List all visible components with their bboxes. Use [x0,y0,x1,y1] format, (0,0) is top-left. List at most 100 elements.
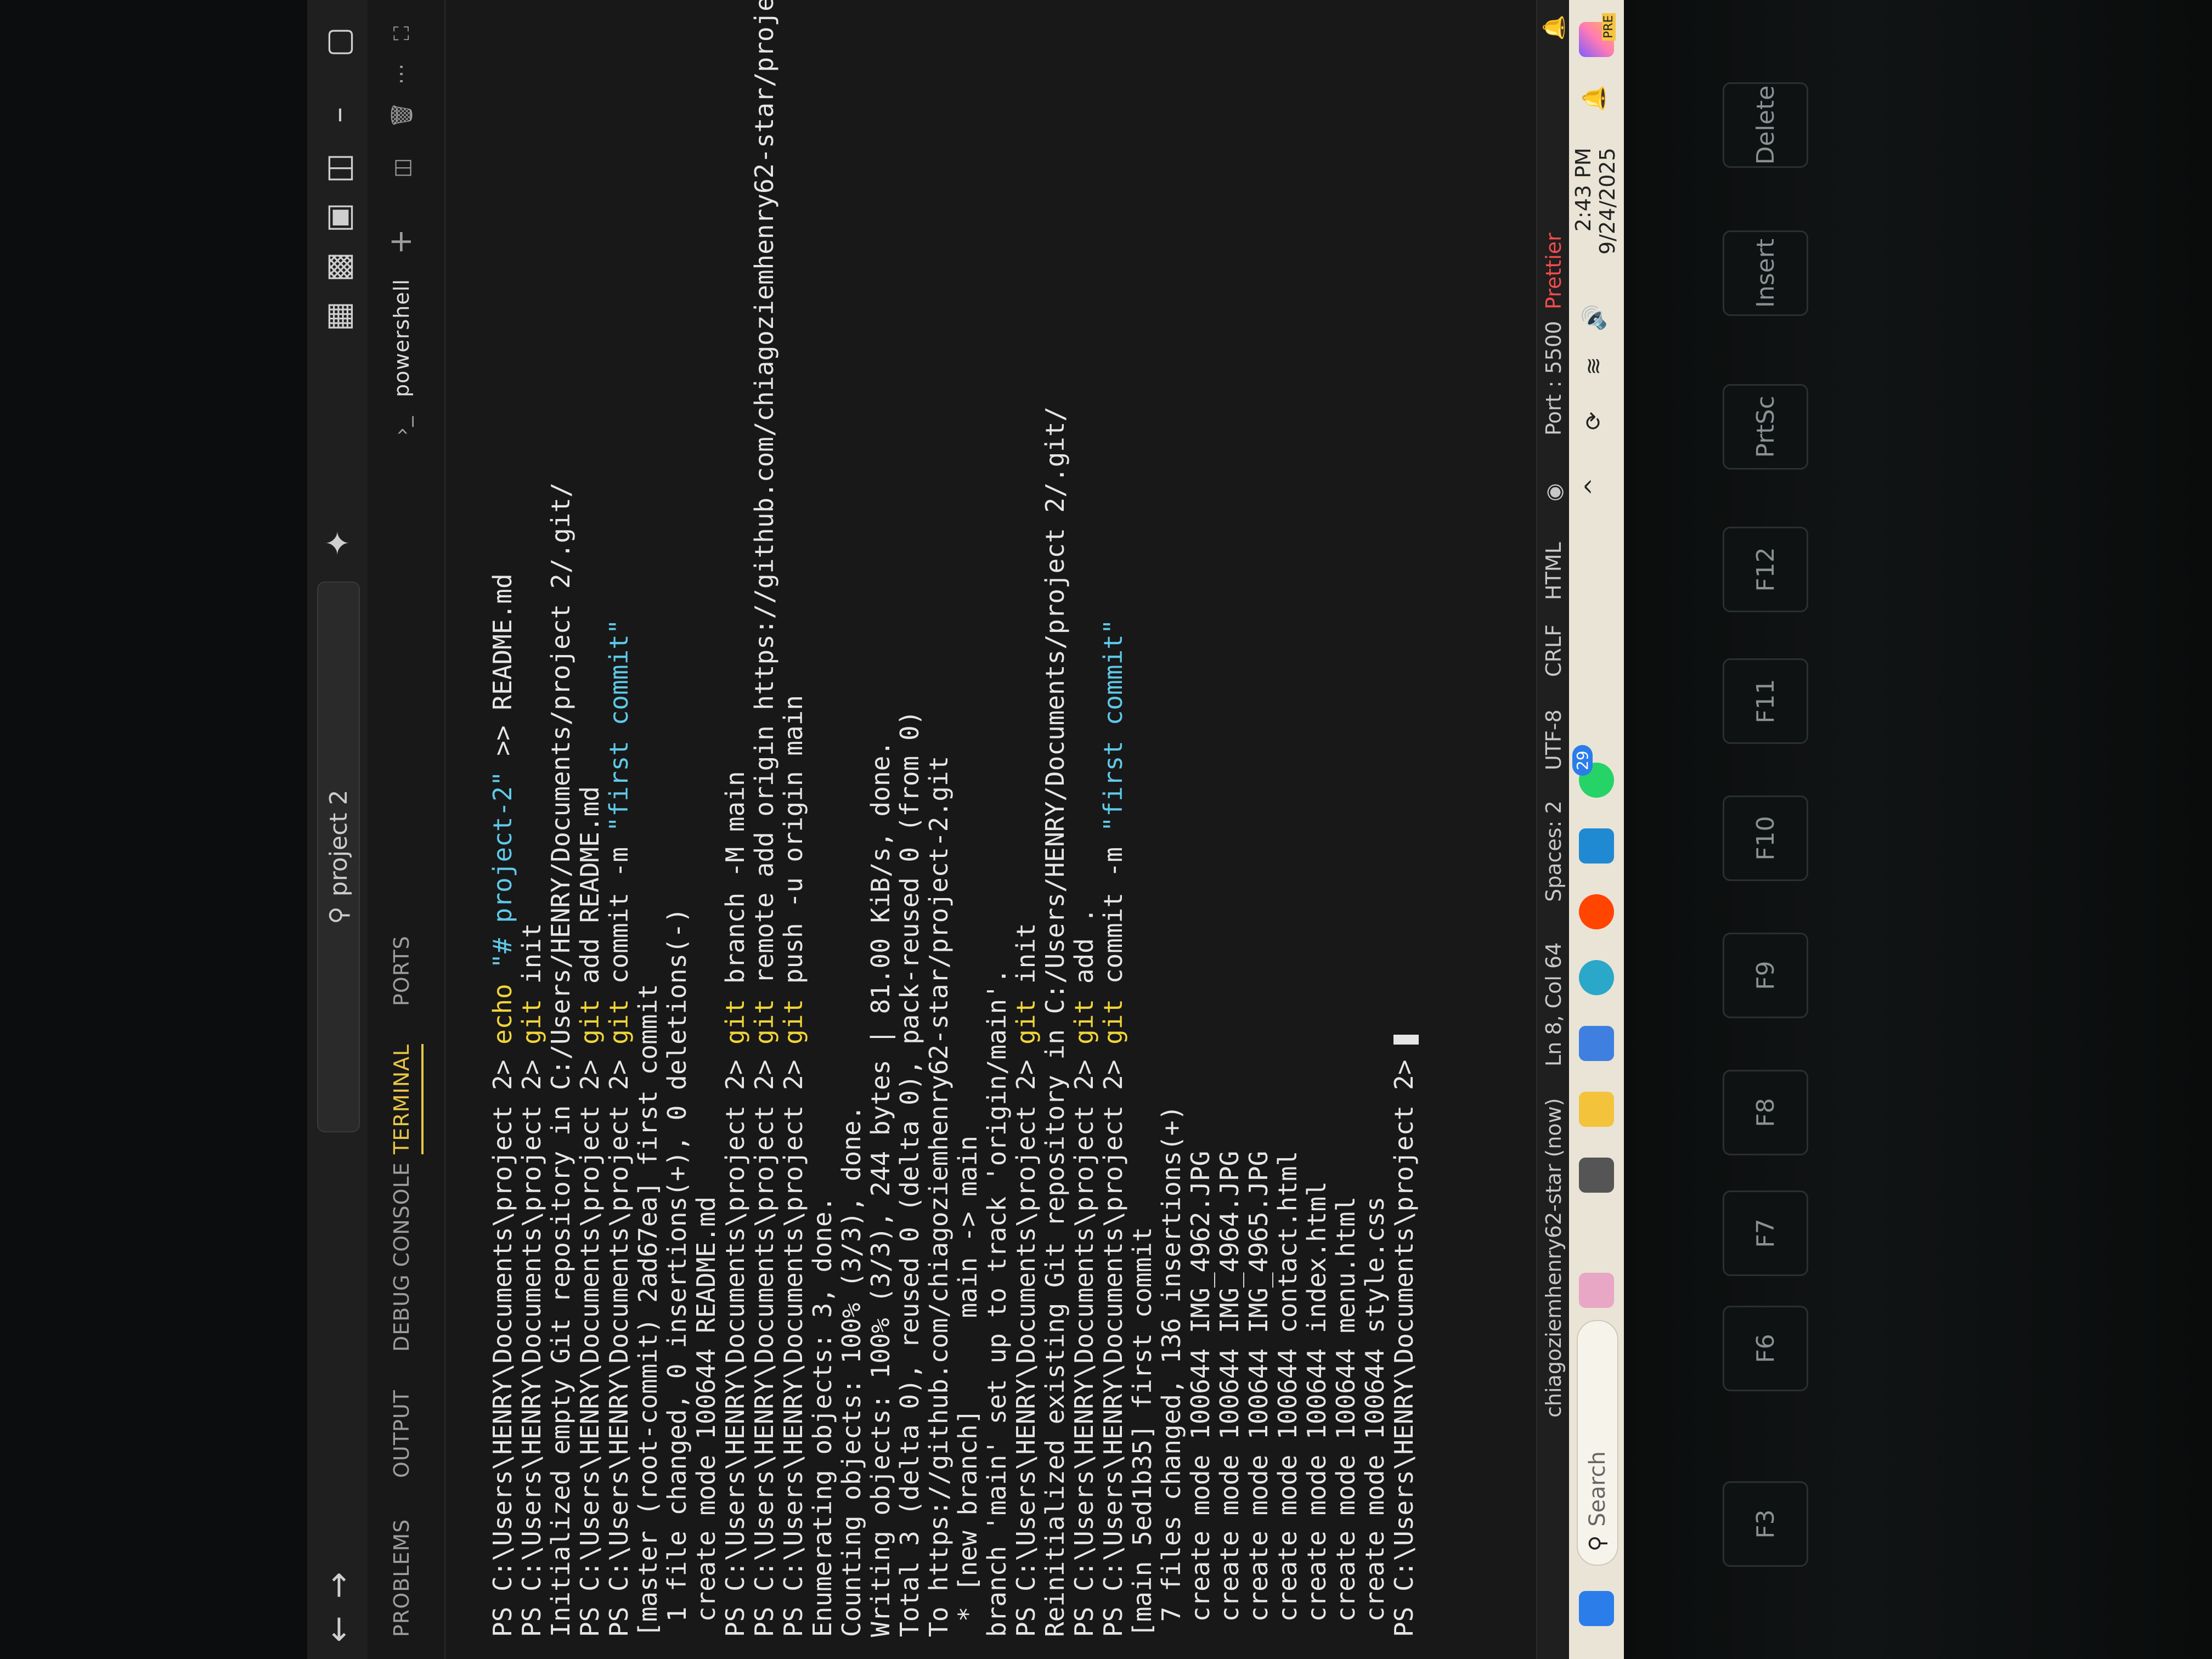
terminal-line: branch 'main' set up to track 'origin/ma… [982,46,1012,1637]
terminal-segment: init [517,923,546,984]
key-f9: F9 [1723,933,1808,1018]
eol-status[interactable]: CRLF [1542,624,1566,677]
clock[interactable]: 2:43 PM 9/24/2025 [1571,148,1620,255]
git-user-status[interactable]: chiagoziemhenry62-star (now) [1542,1098,1566,1418]
copilot-icon[interactable]: ✦ [319,529,357,556]
terminal-segment: add README.md [575,786,605,984]
widgets-icon[interactable] [1579,1273,1614,1308]
terminal-segment: git [720,984,750,1045]
terminal-segment: PS C:\Users\HENRY\Documents\project 2> [778,1044,808,1637]
terminal-segment: To https://github.com/chiagoziemhenry62-… [924,755,953,1637]
terminal-segment: create mode 100644 README.md [691,1196,721,1637]
terminal-segment: Initialized empty Git repository in C:/U… [546,482,575,1637]
command-center-search[interactable]: ⚲ project 2 [317,582,360,1132]
terminal-line: 7 files changed, 136 insertions(+) [1156,46,1186,1637]
terminal-segment: create mode 100644 style.css [1360,1196,1390,1637]
terminal-line: create mode 100644 IMG_4962.JPG [1186,46,1215,1637]
toggle-panel-icon[interactable]: ▩ [319,252,357,282]
terminal-segment: PS C:\Users\HENRY\Documents\project 2> [488,1044,517,1637]
terminal-line: PS C:\Users\HENRY\Documents\project 2> g… [778,46,808,1637]
terminal-segment: git [1098,984,1128,1045]
back-arrow-icon[interactable]: ← [319,1616,357,1643]
terminal-output[interactable]: PS C:\Users\HENRY\Documents\project 2> e… [488,0,1520,1637]
terminal-segment: Writing objects: 100% (3/3), 244 bytes |… [866,741,895,1637]
terminal-line: * [new branch] main -> main [953,46,983,1637]
terminal-line: create mode 100644 README.md [691,46,721,1637]
port-status[interactable]: Port : 5500 [1542,321,1566,436]
tab-problems[interactable]: PROBLEMS [390,1519,414,1637]
layout-icon[interactable]: ▦ [319,301,357,331]
panel-tabs: PROBLEMS OUTPUT DEBUG CONSOLE TERMINAL P… [368,0,445,1659]
key-f11: F11 [1723,658,1808,744]
terminal-shell-icon[interactable]: ›_ [390,416,414,436]
terminal-segment: >> README.md [488,573,517,771]
restore-button[interactable]: ▢ [319,27,357,57]
terminal-segment: Total 3 (delta 0), reused 0 (delta 0), p… [895,710,924,1637]
copilot-status-icon[interactable]: ◉ [1542,483,1566,501]
tab-debug-console[interactable]: DEBUG CONSOLE [390,1162,414,1352]
prettier-status[interactable]: Prettier [1542,233,1566,309]
terminal-segment: PS C:\Users\HENRY\Documents\project 2> [1098,1044,1128,1637]
tab-terminal[interactable]: TERMINAL [390,1043,424,1154]
bell-icon[interactable]: 🔔 [1581,84,1607,112]
minimize-button[interactable]: – [319,107,357,123]
terminal-segment: create mode 100644 IMG_4965.JPG [1244,1150,1273,1637]
volume-icon[interactable]: 🔊 [1581,304,1607,331]
key-f7: F7 [1723,1190,1808,1276]
clock-time: 2:43 PM [1571,148,1595,232]
store-icon[interactable] [1579,1026,1614,1061]
indentation-status[interactable]: Spaces: 2 [1542,800,1566,902]
toggle-sidebar-icon[interactable]: ▣ [319,202,357,233]
sync-icon[interactable]: ⟳ [1581,411,1606,430]
forward-arrow-icon[interactable]: → [319,1572,357,1599]
terminal-line: Counting objects: 100% (3/3), done. [837,46,866,1637]
terminal-segment: git [517,984,546,1045]
file-explorer-icon[interactable] [1579,1092,1614,1127]
terminal-line: [master (root-commit) 2ad67ea] first com… [633,46,663,1637]
terminal-line: PS C:\Users\HENRY\Documents\project 2> g… [1098,46,1128,1637]
reddit-icon[interactable] [1579,894,1614,929]
terminal-segment: PS C:\Users\HENRY\Documents\project 2> [1069,1044,1099,1637]
vscode-icon[interactable] [1579,828,1614,864]
terminal-segment: PS C:\Users\HENRY\Documents\project 2> [604,1044,634,1637]
tray-chevron-icon[interactable]: ^ [1581,477,1606,496]
terminal-line: 1 file changed, 0 insertions(+), 0 delet… [662,46,692,1637]
terminal-cursor [1393,1034,1419,1045]
more-actions-icon[interactable]: ··· [390,63,414,84]
terminal-segment: Reinitialized existing Git repository in… [1040,406,1070,1637]
vscode-window: ← → ⚲ project 2 ✦ ▦ ▩ ▣ ◫ – ▢ PROBLEMS O… [307,0,1624,1659]
terminal-line: PS C:\Users\HENRY\Documents\project 2> g… [604,46,634,1637]
terminal-segment: PS C:\Users\HENRY\Documents\project 2> [749,1044,779,1637]
terminal-segment: create mode 100644 IMG_4962.JPG [1186,1150,1215,1637]
terminal-line: Enumerating objects: 3, done. [808,46,837,1637]
new-terminal-icon[interactable]: + [383,228,419,255]
terminal-shell-label[interactable]: powershell [390,279,414,397]
edge-icon[interactable] [1579,960,1614,995]
terminal-line: create mode 100644 IMG_4965.JPG [1244,46,1273,1637]
toggle-secondary-sidebar-icon[interactable]: ◫ [319,153,357,183]
key-f10: F10 [1723,795,1808,881]
tab-output[interactable]: OUTPUT [390,1390,414,1478]
terminal-segment: * [new branch] main -> main [953,1136,983,1637]
key-f12: F12 [1723,527,1808,612]
task-view-icon[interactable] [1579,1158,1614,1193]
terminal-segment: add . [1069,907,1099,984]
terminal-segment: git [1069,984,1099,1045]
split-terminal-icon[interactable]: ◫ [390,157,414,178]
trash-icon[interactable]: 🗑 [390,101,414,128]
terminal-segment: commit -m [604,832,634,984]
encoding-status[interactable]: UTF-8 [1542,709,1566,770]
cursor-position[interactable]: Ln 8, Col 64 [1542,943,1566,1066]
tab-ports[interactable]: PORTS [390,935,414,1006]
laptop-screen: ← → ⚲ project 2 ✦ ▦ ▩ ▣ ◫ – ▢ PROBLEMS O… [0,0,1624,1659]
key-f8: F8 [1723,1070,1808,1155]
key-delete: Delete [1723,82,1808,168]
taskbar-search[interactable]: ⚲ Search [1577,1320,1618,1566]
terminal-segment: Enumerating objects: 3, done. [808,1196,837,1637]
windows-start-icon[interactable] [1579,1591,1614,1626]
notifications-icon[interactable]: 🔔 [1542,15,1566,41]
maximize-panel-icon[interactable]: ⛶ [390,25,414,41]
language-status[interactable]: HTML [1542,542,1566,600]
wifi-icon[interactable]: ≋ [1581,357,1606,375]
terminal-segment: "first commit" [1098,619,1128,832]
